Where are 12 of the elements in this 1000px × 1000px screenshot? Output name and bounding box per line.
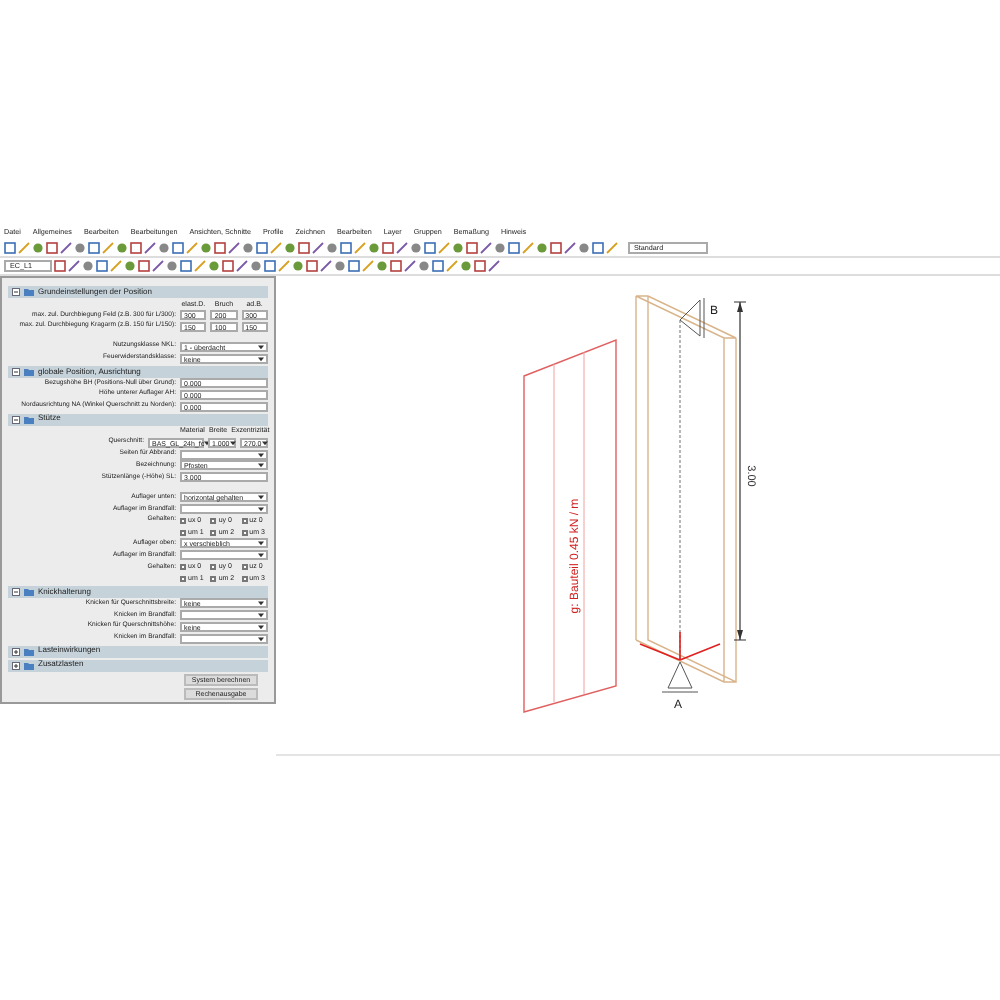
expand-toggle[interactable] (12, 367, 20, 376)
folder-icon (24, 415, 34, 424)
support-symbol (679, 297, 705, 339)
folder-icon (24, 367, 34, 376)
expand-toggle[interactable] (12, 661, 20, 670)
expand-toggle[interactable] (12, 588, 20, 597)
expand-toggle[interactable] (12, 288, 20, 296)
expand-toggle[interactable] (12, 415, 20, 424)
folder-icon (24, 288, 34, 296)
folder-icon (24, 588, 34, 597)
expand-toggle[interactable] (12, 647, 20, 656)
support-symbol (661, 661, 699, 693)
